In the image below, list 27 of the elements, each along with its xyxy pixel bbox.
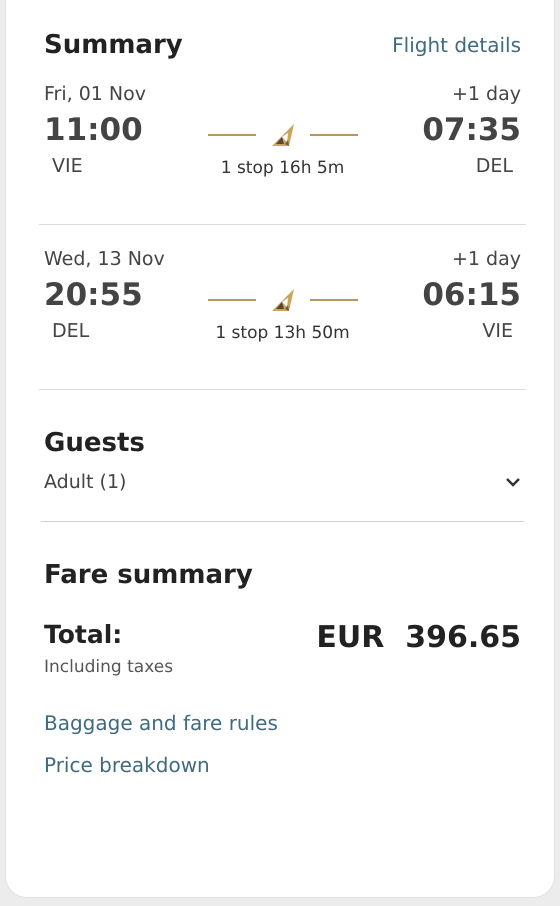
guests-dropdown[interactable]: Adult (1) — [44, 458, 521, 521]
fare-link[interactable]: Baggage and fare rules — [44, 711, 278, 735]
departure-date: Fri, 01 Nov — [44, 82, 146, 107]
summary-title: Summary — [44, 30, 183, 60]
flight-duration: 1 stop 16h 5m — [220, 158, 344, 178]
day-offset: +1 day — [452, 247, 521, 272]
departure-date: Wed, 13 Nov — [44, 247, 165, 272]
flight-duration: 1 stop 13h 50m — [215, 323, 350, 343]
fare-summary-title: Fare summary — [44, 560, 253, 590]
arrival-time: 07:35 — [422, 111, 521, 150]
departure-time: 20:55 — [44, 276, 143, 315]
taxes-note: Including taxes — [44, 657, 174, 677]
departure-airport: DEL — [51, 319, 90, 344]
total-label: Total: — [44, 620, 124, 649]
departure-airport: VIE — [51, 154, 84, 179]
guests-title: Guests — [44, 428, 145, 458]
flight-details-link[interactable]: Flight details — [392, 33, 521, 57]
arrival-airport: DEL — [474, 154, 514, 179]
day-offset: +1 day — [452, 82, 521, 107]
arrival-time: 06:15 — [422, 276, 521, 315]
departure-time: 11:00 — [44, 111, 143, 150]
tail-icon — [270, 122, 296, 148]
arrival-airport: VIE — [481, 319, 514, 344]
tail-icon — [270, 287, 296, 313]
fare-link[interactable]: Price breakdown — [44, 753, 210, 777]
chevron-icon — [505, 477, 521, 487]
total-price: EUR 396.65 — [316, 620, 521, 655]
